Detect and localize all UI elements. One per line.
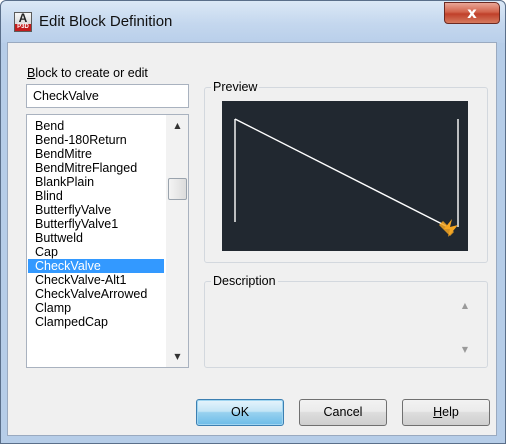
scroll-thumb[interactable] — [168, 178, 187, 200]
list-item[interactable]: CheckValveArrowed — [28, 287, 164, 301]
description-label: Description — [211, 274, 278, 288]
list-item[interactable]: Blind — [28, 189, 164, 203]
list-item[interactable]: BendMitreFlanged — [28, 161, 164, 175]
help-mnemonic: H — [433, 405, 443, 419]
list-item[interactable]: BendMitre — [28, 147, 164, 161]
block-label-text: lock to create or edit — [35, 66, 148, 80]
description-scroll-down-icon: ▼ — [461, 345, 469, 354]
description-text — [214, 292, 444, 352]
close-icon: x — [467, 4, 477, 22]
block-listbox[interactable]: Bend Bend-180Return BendMitre BendMitreFlan… — [26, 114, 189, 368]
list-item[interactable]: ClampedCap — [28, 315, 164, 329]
plant3d-app-icon: A P3D — [14, 12, 32, 32]
close-button[interactable]: x — [444, 2, 500, 24]
list-item[interactable]: CheckValve-Alt1 — [28, 273, 164, 287]
list-item[interactable]: Bend — [28, 119, 164, 133]
list-item[interactable]: Cap — [28, 245, 164, 259]
block-name-label: Block to create or edit — [27, 66, 148, 80]
check-valve-marker-icon — [439, 219, 458, 237]
preview-canvas — [222, 101, 468, 251]
preview-drawing — [234, 118, 459, 237]
list-item[interactable]: Clamp — [28, 301, 164, 315]
help-button[interactable]: Help — [402, 399, 490, 426]
ok-button[interactable]: OK — [196, 399, 284, 426]
list-item[interactable]: Bend-180Return — [28, 133, 164, 147]
list-item[interactable]: ButterflyValve — [28, 203, 164, 217]
list-item[interactable]: CheckValve — [28, 259, 164, 273]
app-icon-letter: A — [18, 11, 28, 25]
block-list: Bend Bend-180Return BendMitre BendMitreFlan… — [28, 119, 164, 329]
description-scrollbar: ▲ ▼ — [455, 291, 475, 361]
help-label-text: elp — [442, 405, 459, 419]
block-name-input[interactable]: CheckValve — [26, 84, 189, 108]
dialog-title: Edit Block Definition — [39, 13, 173, 30]
scroll-down-arrow-icon[interactable]: ▼ — [166, 348, 188, 365]
cancel-button[interactable]: Cancel — [299, 399, 387, 426]
title-bar[interactable]: A P3D Edit Block Definition x — [1, 1, 505, 43]
list-item[interactable]: Buttweld — [28, 231, 164, 245]
scroll-up-arrow-icon[interactable]: ▲ — [166, 117, 188, 134]
app-icon-badge: P3D — [15, 24, 31, 31]
list-item[interactable]: ButterflyValve1 — [28, 217, 164, 231]
preview-label: Preview — [211, 80, 260, 94]
list-scrollbar[interactable]: ▲ ▼ — [166, 115, 188, 367]
description-scroll-up-icon: ▲ — [461, 301, 469, 310]
list-item[interactable]: BlankPlain — [28, 175, 164, 189]
